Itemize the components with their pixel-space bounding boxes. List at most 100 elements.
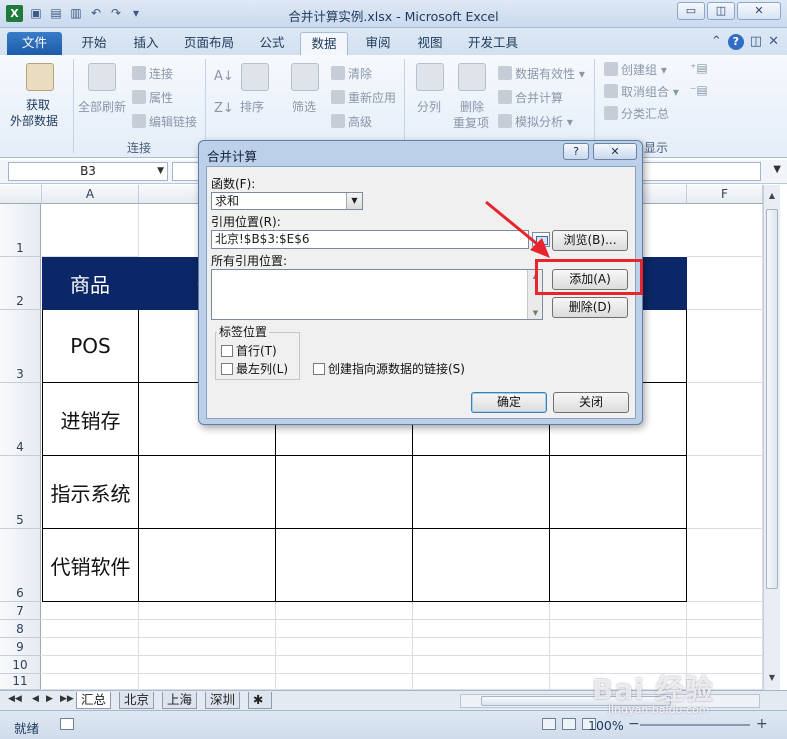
sort-button[interactable]: 排序 — [240, 98, 264, 115]
cell[interactable] — [687, 310, 763, 383]
page-layout-view-icon[interactable] — [562, 718, 576, 730]
cell[interactable] — [139, 620, 276, 638]
table-cell[interactable] — [276, 456, 413, 529]
cell[interactable] — [413, 656, 550, 674]
refresh-all-button[interactable]: 全部刷新 — [78, 98, 126, 115]
tab-view[interactable]: 视图 — [408, 32, 452, 55]
restore-workbook-icon[interactable]: ◫ — [750, 34, 762, 50]
function-select[interactable]: 求和 ▼ — [211, 192, 363, 210]
checkbox-box[interactable] — [221, 362, 233, 375]
cell[interactable] — [42, 656, 139, 674]
group-button[interactable]: 创建组 ▾ — [604, 61, 667, 78]
table-cell[interactable] — [550, 529, 687, 602]
cell[interactable] — [276, 620, 413, 638]
row-header-4[interactable]: 4 — [0, 383, 41, 456]
remove-duplicates-label2[interactable]: 重复项 — [453, 114, 489, 131]
table-header-product[interactable]: 商品 — [42, 257, 139, 310]
row-header-2[interactable]: 2 — [0, 257, 41, 310]
sort-za-icon[interactable]: Z↓ — [214, 101, 234, 116]
data-validation-button[interactable]: 数据有效性 ▾ — [498, 65, 585, 82]
collapse-ribbon-icon[interactable]: ⌃ — [711, 34, 722, 50]
minimize-button[interactable]: ▭ — [677, 2, 705, 20]
prev-sheet-icon[interactable]: ◀ — [32, 694, 39, 704]
checkbox-box[interactable] — [221, 344, 233, 357]
insert-sheet-icon[interactable]: ✱ — [248, 692, 272, 709]
cell[interactable] — [687, 204, 763, 257]
normal-view-icon[interactable] — [542, 718, 556, 730]
cell[interactable] — [687, 638, 763, 656]
cell[interactable] — [139, 656, 276, 674]
close-button[interactable]: ✕ — [737, 2, 781, 20]
cell[interactable] — [413, 638, 550, 656]
cell[interactable] — [550, 620, 687, 638]
dialog-close-button[interactable]: ✕ — [593, 143, 637, 160]
tab-home[interactable]: 开始 — [72, 32, 116, 55]
tab-data[interactable]: 数据 — [300, 32, 348, 55]
what-if-button[interactable]: 模拟分析 ▾ — [498, 113, 573, 130]
help-icon[interactable]: ? — [727, 34, 744, 50]
macro-record-icon[interactable] — [60, 718, 74, 730]
get-external-data-label2[interactable]: 外部数据 — [10, 112, 58, 129]
delete-button[interactable]: 删除(D) — [552, 297, 628, 318]
table-cell[interactable] — [550, 456, 687, 529]
cell[interactable] — [413, 674, 550, 690]
table-item-indicator[interactable]: 指示系统 — [42, 456, 139, 529]
table-cell[interactable] — [413, 456, 550, 529]
select-all-corner[interactable] — [0, 185, 42, 204]
cell[interactable] — [139, 674, 276, 690]
text-to-columns-button[interactable]: 分列 — [417, 98, 441, 115]
row-header-8[interactable]: 8 — [0, 620, 41, 638]
clear-button[interactable]: 清除 — [331, 65, 372, 82]
properties-button[interactable]: 属性 — [132, 89, 173, 106]
cell[interactable] — [550, 602, 687, 620]
expand-formula-bar-icon[interactable]: ▼ — [773, 164, 781, 175]
cell[interactable] — [276, 602, 413, 620]
last-sheet-icon[interactable]: ▶▶ — [60, 694, 74, 704]
subtotal-button[interactable]: 分类汇总 — [604, 105, 669, 122]
cell[interactable] — [687, 383, 763, 456]
cell[interactable] — [413, 620, 550, 638]
column-header-a[interactable]: A — [42, 185, 139, 204]
table-item-consignment[interactable]: 代销软件 — [42, 529, 139, 602]
table-cell[interactable] — [413, 529, 550, 602]
edit-links-button[interactable]: 编辑链接 — [132, 113, 197, 130]
row-header-10[interactable]: 10 — [0, 656, 41, 674]
cell[interactable] — [687, 602, 763, 620]
scroll-down-arrow-icon[interactable]: ▼ — [766, 671, 778, 685]
zoom-slider[interactable] — [640, 724, 750, 726]
row-header-1[interactable]: 1 — [0, 204, 41, 257]
filter-button[interactable]: 筛选 — [292, 98, 316, 115]
table-item-pos[interactable]: POS — [42, 310, 139, 383]
sort-az-icon[interactable]: A↓ — [214, 69, 234, 84]
cell[interactable] — [42, 602, 139, 620]
row-header-11[interactable]: 11 — [0, 674, 41, 690]
sheet-tab-summary[interactable]: 汇总 — [76, 692, 112, 709]
cell[interactable] — [42, 638, 139, 656]
cell[interactable] — [687, 620, 763, 638]
consolidate-button[interactable]: 合并计算 — [498, 89, 563, 106]
ungroup-button[interactable]: 取消组合 ▾ — [604, 83, 679, 100]
dialog-help-button[interactable]: ? — [563, 143, 589, 160]
tab-page-layout[interactable]: 页面布局 — [176, 32, 242, 55]
tab-developer[interactable]: 开发工具 — [460, 32, 526, 55]
show-detail-icon[interactable]: ⁺▤ — [690, 61, 708, 75]
tab-formulas[interactable]: 公式 — [250, 32, 294, 55]
ok-button[interactable]: 确定 — [471, 392, 547, 413]
name-box[interactable]: B3 ▼ — [8, 162, 168, 181]
cell[interactable] — [276, 638, 413, 656]
left-column-checkbox[interactable]: 最左列(L) — [221, 360, 288, 377]
chevron-down-icon[interactable]: ▼ — [346, 193, 362, 209]
cell[interactable] — [687, 529, 763, 602]
cell[interactable] — [42, 620, 139, 638]
table-item-inventory[interactable]: 进销存 — [42, 383, 139, 456]
link-source-checkbox[interactable]: 创建指向源数据的链接(S) — [313, 360, 465, 377]
zoom-level[interactable]: 100% — [588, 718, 624, 733]
vertical-scroll-thumb[interactable] — [766, 209, 778, 589]
row-header-6[interactable]: 6 — [0, 529, 41, 602]
cell[interactable] — [42, 674, 139, 690]
tab-review[interactable]: 审阅 — [356, 32, 400, 55]
cell[interactable] — [139, 602, 276, 620]
restore-button[interactable]: ◫ — [707, 2, 735, 20]
cell[interactable] — [42, 204, 139, 257]
zoom-in-icon[interactable]: + — [756, 716, 768, 732]
